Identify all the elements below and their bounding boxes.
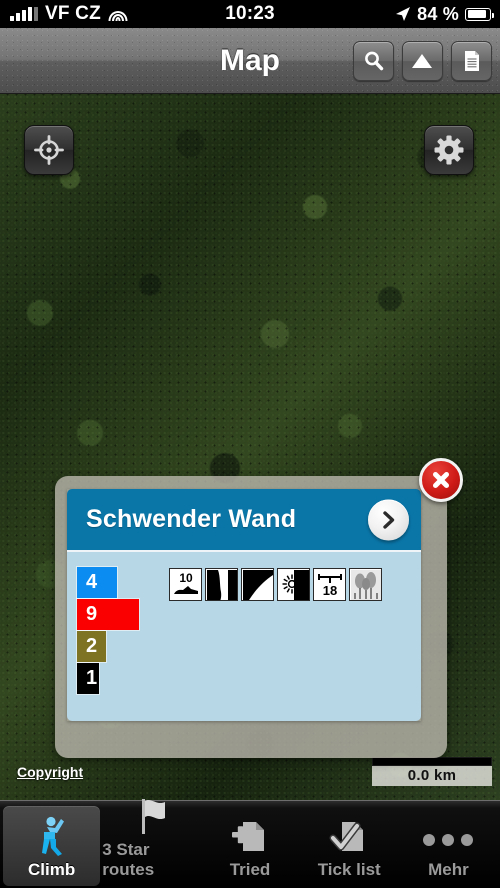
crag-attribute-symbols: 10 18 <box>169 567 407 707</box>
tab-3-star-routes[interactable]: 3 Star routes <box>102 799 199 886</box>
ellipsis-icon <box>423 810 474 858</box>
grade-distribution-chart: 4 9 2 1 <box>77 567 155 707</box>
tab-tick-list[interactable]: Tick list <box>301 806 398 886</box>
ellipsis-icon <box>423 834 474 858</box>
search-icon <box>364 51 383 71</box>
mountain-icon <box>411 54 432 68</box>
vertical-wall-icon <box>205 568 238 601</box>
map-settings-button[interactable] <box>424 125 474 175</box>
close-x-icon <box>433 472 449 488</box>
tab-label: 3 Star routes <box>102 840 155 879</box>
grade-bar-value: 9 <box>86 603 98 625</box>
callout-inner: Schwender Wand 4 9 2 1 10 18 <box>67 489 421 721</box>
chevron-right-icon <box>383 510 395 529</box>
topo-button[interactable] <box>402 41 443 81</box>
callout-header[interactable]: Schwender Wand <box>67 489 421 552</box>
battery-icon <box>465 7 494 21</box>
grade-bar: 9 <box>77 599 139 630</box>
crag-detail-button[interactable] <box>368 499 409 540</box>
crosshair-target-icon <box>34 135 64 165</box>
close-callout-button[interactable] <box>419 458 463 502</box>
nav-button-group <box>353 41 492 81</box>
page-plus-icon <box>228 810 272 858</box>
callout-body: 4 9 2 1 10 18 <box>67 552 421 721</box>
clock-label: 10:23 <box>225 3 275 24</box>
status-bar: VF CZ 10:23 84 % <box>0 0 500 28</box>
grade-bar: 2 <box>77 631 106 662</box>
map-scale-bar: 0.0 km <box>372 757 492 786</box>
copyright-link[interactable]: Copyright <box>17 764 83 780</box>
grade-bar-value: 1 <box>86 667 98 689</box>
navigation-bar: Map <box>0 28 500 94</box>
climber-icon <box>30 810 74 858</box>
search-button[interactable] <box>353 41 394 81</box>
grade-bar-value: 2 <box>86 635 98 657</box>
crag-name-label: Schwender Wand <box>86 505 297 533</box>
slab-wall-icon <box>241 568 274 601</box>
crag-callout-popup: Schwender Wand 4 9 2 1 10 18 <box>55 458 463 758</box>
locate-me-button[interactable] <box>24 125 74 175</box>
tab-mehr[interactable]: Mehr <box>400 806 497 886</box>
svg-text:18: 18 <box>322 583 336 598</box>
route-length-icon: 18 <box>313 568 346 601</box>
document-icon <box>464 51 479 71</box>
tab-bar: Climb 3 Star routes Tried Tick list Mehr <box>0 799 500 888</box>
tab-label: Climb <box>27 860 76 879</box>
scale-bar-label: 0.0 km <box>372 766 492 786</box>
app-screen: VF CZ 10:23 84 % Map Copyright 0.0 km Sc… <box>0 0 500 888</box>
scale-bar-line <box>372 757 492 766</box>
page-check-icon <box>327 810 371 858</box>
shade-trees-icon <box>349 568 382 601</box>
approach-time-icon: 10 <box>169 568 202 601</box>
tab-tried[interactable]: Tried <box>201 806 298 886</box>
grade-bar-value: 4 <box>86 571 98 593</box>
tab-label: Tick list <box>317 860 381 879</box>
gear-icon <box>434 135 464 165</box>
flag-icon <box>129 794 173 838</box>
guide-button[interactable] <box>451 41 492 81</box>
grade-bar: 4 <box>77 567 117 598</box>
tab-climb[interactable]: Climb <box>3 806 101 886</box>
grade-bar: 1 <box>77 663 99 694</box>
tab-label: Tried <box>229 860 271 879</box>
svg-text:10: 10 <box>179 571 193 585</box>
map-canvas[interactable]: Copyright 0.0 km Schwender Wand 4 9 2 1 … <box>0 94 500 800</box>
sun-exposure-icon <box>277 568 310 601</box>
tab-label: Mehr <box>428 860 469 879</box>
